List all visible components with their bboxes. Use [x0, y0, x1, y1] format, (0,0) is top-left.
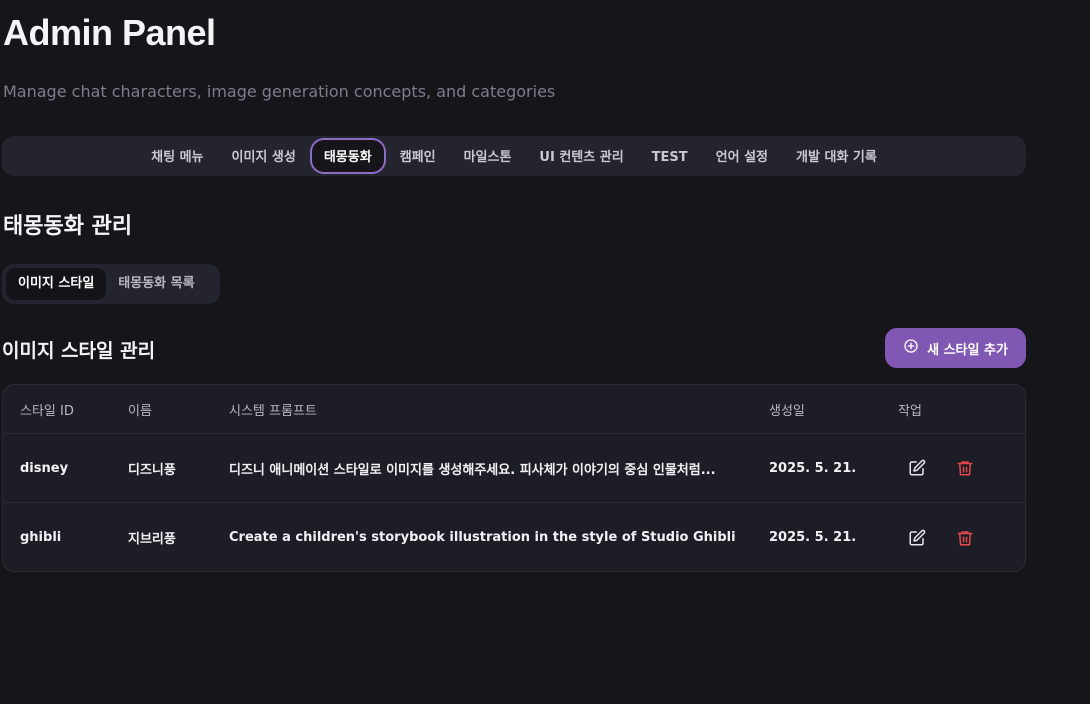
edit-icon[interactable]: [908, 459, 926, 477]
table-header: 스타일 ID 이름 시스템 프롬프트 생성일 작업: [3, 385, 1025, 434]
tab-ui-content[interactable]: UI 컨텐츠 관리: [525, 138, 637, 174]
column-header-name: 이름: [128, 403, 152, 419]
column-header-created: 생성일: [769, 403, 805, 419]
page-subtitle: Manage chat characters, image generation…: [3, 82, 556, 101]
tab-dream-story[interactable]: 태몽동화: [309, 138, 386, 174]
edit-icon[interactable]: [908, 529, 926, 547]
style-created-cell: 2025. 5. 21.: [769, 530, 857, 545]
plus-circle-icon: [903, 338, 919, 358]
subtab-dream-story-list[interactable]: 태몽동화 목록: [108, 268, 204, 300]
tab-milestone[interactable]: 마일스톤: [450, 138, 526, 174]
subtab-image-style[interactable]: 이미지 스타일: [6, 268, 107, 300]
page-title: Admin Panel: [3, 12, 216, 53]
style-id-cell: disney: [20, 460, 69, 476]
table-row: disney 디즈니풍 디즈니 애니메이션 스타일로 이미지를 생성해주세요. …: [3, 434, 1025, 503]
style-prompt-cell: 디즈니 애니메이션 스타일로 이미지를 생성해주세요. 피사체가 이야기의 중심…: [229, 462, 716, 478]
style-prompt-cell: Create a children's storybook illustrati…: [229, 530, 739, 545]
column-header-system-prompt: 시스템 프롬프트: [229, 403, 317, 419]
panel-title: 이미지 스타일 관리: [2, 340, 156, 362]
column-header-actions: 작업: [898, 403, 922, 419]
main-nav: 채팅 메뉴 이미지 생성 태몽동화 캠페인 마일스톤 UI 컨텐츠 관리 TES…: [2, 136, 1026, 176]
tab-test[interactable]: TEST: [638, 138, 702, 174]
column-header-style-id: 스타일 ID: [20, 403, 74, 419]
tab-dev-chat-log[interactable]: 개발 대화 기록: [782, 138, 891, 174]
tab-campaign[interactable]: 캠페인: [386, 138, 450, 174]
style-name-cell: 디즈니풍: [128, 462, 176, 478]
style-id-cell: ghibli: [20, 530, 62, 545]
tab-language-settings[interactable]: 언어 설정: [702, 138, 782, 174]
section-title: 태몽동화 관리: [3, 214, 133, 239]
table-row: ghibli 지브리풍 Create a children's storyboo…: [3, 503, 1025, 571]
admin-page: Admin Panel Manage chat characters, imag…: [0, 0, 1090, 704]
trash-icon[interactable]: [956, 459, 974, 477]
trash-icon[interactable]: [956, 529, 974, 547]
sub-tabs: 이미지 스타일 태몽동화 목록: [2, 264, 220, 304]
tab-chat-menu[interactable]: 채팅 메뉴: [137, 138, 217, 174]
add-style-label: 새 스타일 추가: [927, 342, 1008, 358]
styles-table: 스타일 ID 이름 시스템 프롬프트 생성일 작업 disney 디즈니풍 디즈…: [2, 384, 1026, 572]
style-name-cell: 지브리풍: [128, 532, 176, 547]
tab-image-generation[interactable]: 이미지 생성: [218, 138, 310, 174]
add-style-button[interactable]: 새 스타일 추가: [885, 328, 1026, 368]
style-created-cell: 2025. 5. 21.: [769, 460, 857, 476]
